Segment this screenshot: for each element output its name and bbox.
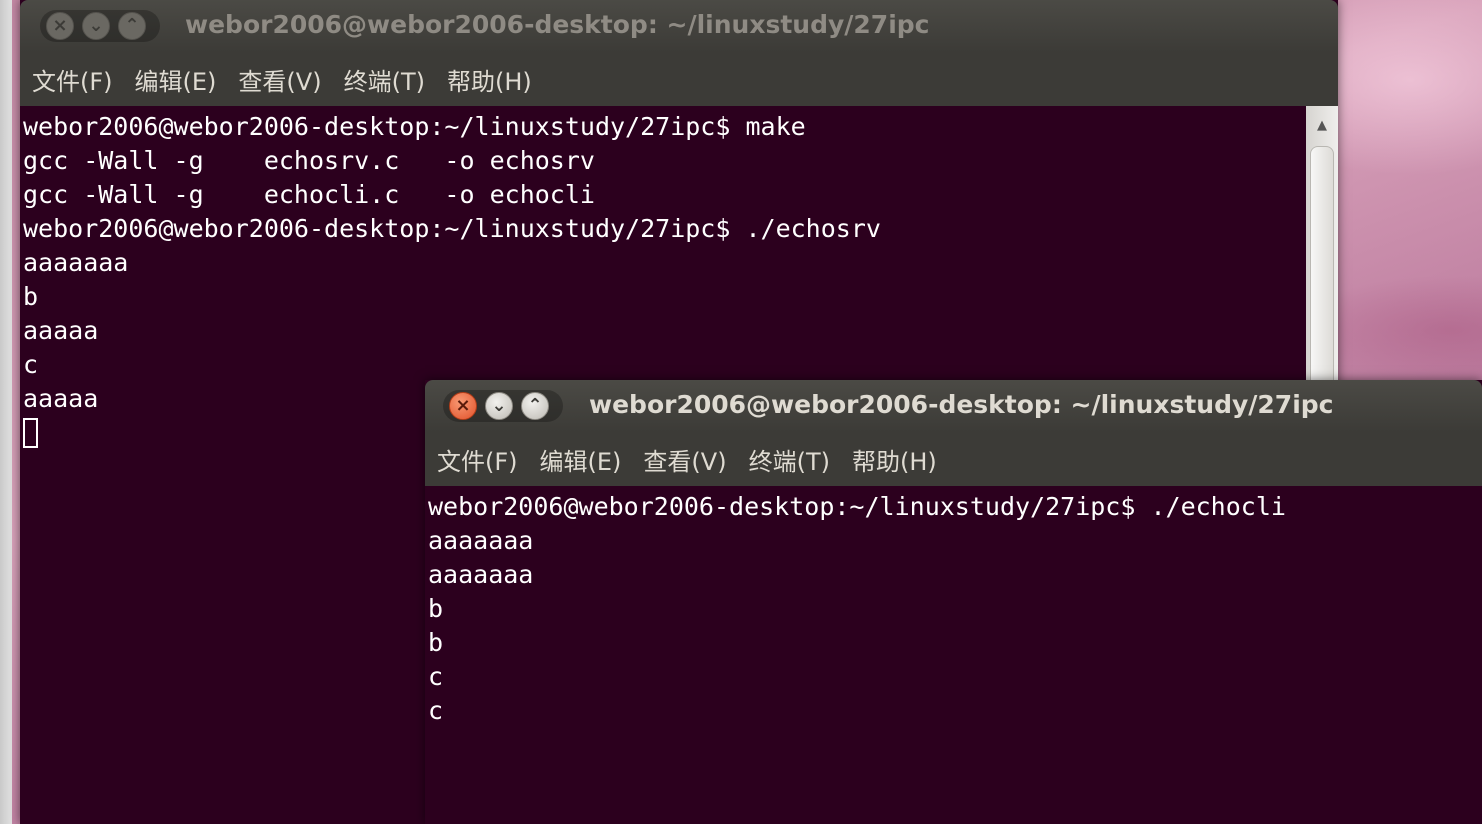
terminal-line: webor2006@webor2006-desktop:~/linuxstudy… [428, 492, 1286, 521]
minimize-icon[interactable]: ⌄ [82, 12, 110, 40]
window-controls: × ⌄ ⌃ [40, 10, 160, 42]
menubar: 文件(F) 编辑(E) 查看(V) 终端(T) 帮助(H) [425, 432, 1482, 486]
terminal-line: aaaaaaa [428, 526, 534, 555]
close-icon[interactable]: × [46, 12, 74, 40]
menu-help[interactable]: 帮助(H) [447, 62, 532, 97]
terminal-line: webor2006@webor2006-desktop:~/linuxstudy… [23, 112, 806, 141]
menu-file[interactable]: 文件(F) [437, 442, 518, 477]
window-titlebar[interactable]: × ⌄ ⌃ webor2006@webor2006-desktop: ~/lin… [20, 0, 1338, 52]
terminal-line: c [428, 662, 444, 691]
terminal-line: webor2006@webor2006-desktop:~/linuxstudy… [23, 214, 881, 243]
terminal-line: aaaaaaa [23, 248, 129, 277]
window-title: webor2006@webor2006-desktop: ~/linuxstud… [185, 10, 930, 39]
terminal-line: b [23, 282, 39, 311]
menu-edit[interactable]: 编辑(E) [135, 62, 217, 97]
terminal-line: b [428, 628, 444, 657]
terminal-output[interactable]: webor2006@webor2006-desktop:~/linuxstudy… [425, 486, 1482, 824]
close-icon[interactable]: × [449, 392, 477, 420]
scroll-up-icon[interactable]: ▲ [1306, 118, 1338, 133]
menu-terminal[interactable]: 终端(T) [749, 442, 830, 477]
terminal-line: b [428, 594, 444, 623]
minimize-icon[interactable]: ⌄ [485, 392, 513, 420]
terminal-line: aaaaa [23, 316, 99, 345]
terminal-window-echocli[interactable]: × ⌄ ⌃ webor2006@webor2006-desktop: ~/lin… [425, 380, 1482, 824]
terminal-line: gcc -Wall -g echocli.c -o echocli [23, 180, 595, 209]
maximize-icon[interactable]: ⌃ [118, 12, 146, 40]
terminal-line: gcc -Wall -g echosrv.c -o echosrv [23, 146, 595, 175]
menu-help[interactable]: 帮助(H) [852, 442, 937, 477]
menu-view[interactable]: 查看(V) [643, 442, 726, 477]
terminal-line: c [23, 350, 39, 379]
terminal-line: c [428, 696, 444, 725]
menu-edit[interactable]: 编辑(E) [540, 442, 622, 477]
menu-terminal[interactable]: 终端(T) [344, 62, 425, 97]
menu-view[interactable]: 查看(V) [238, 62, 321, 97]
menubar: 文件(F) 编辑(E) 查看(V) 终端(T) 帮助(H) [20, 52, 1338, 106]
terminal-line: aaaaaaa [428, 560, 534, 589]
menu-file[interactable]: 文件(F) [32, 62, 113, 97]
window-title: webor2006@webor2006-desktop: ~/linuxstud… [589, 390, 1334, 419]
window-controls: × ⌄ ⌃ [443, 390, 563, 422]
text-cursor [23, 418, 38, 448]
maximize-icon[interactable]: ⌃ [521, 392, 549, 420]
desktop-panel-edge [0, 0, 12, 824]
window-titlebar[interactable]: × ⌄ ⌃ webor2006@webor2006-desktop: ~/lin… [425, 380, 1482, 432]
